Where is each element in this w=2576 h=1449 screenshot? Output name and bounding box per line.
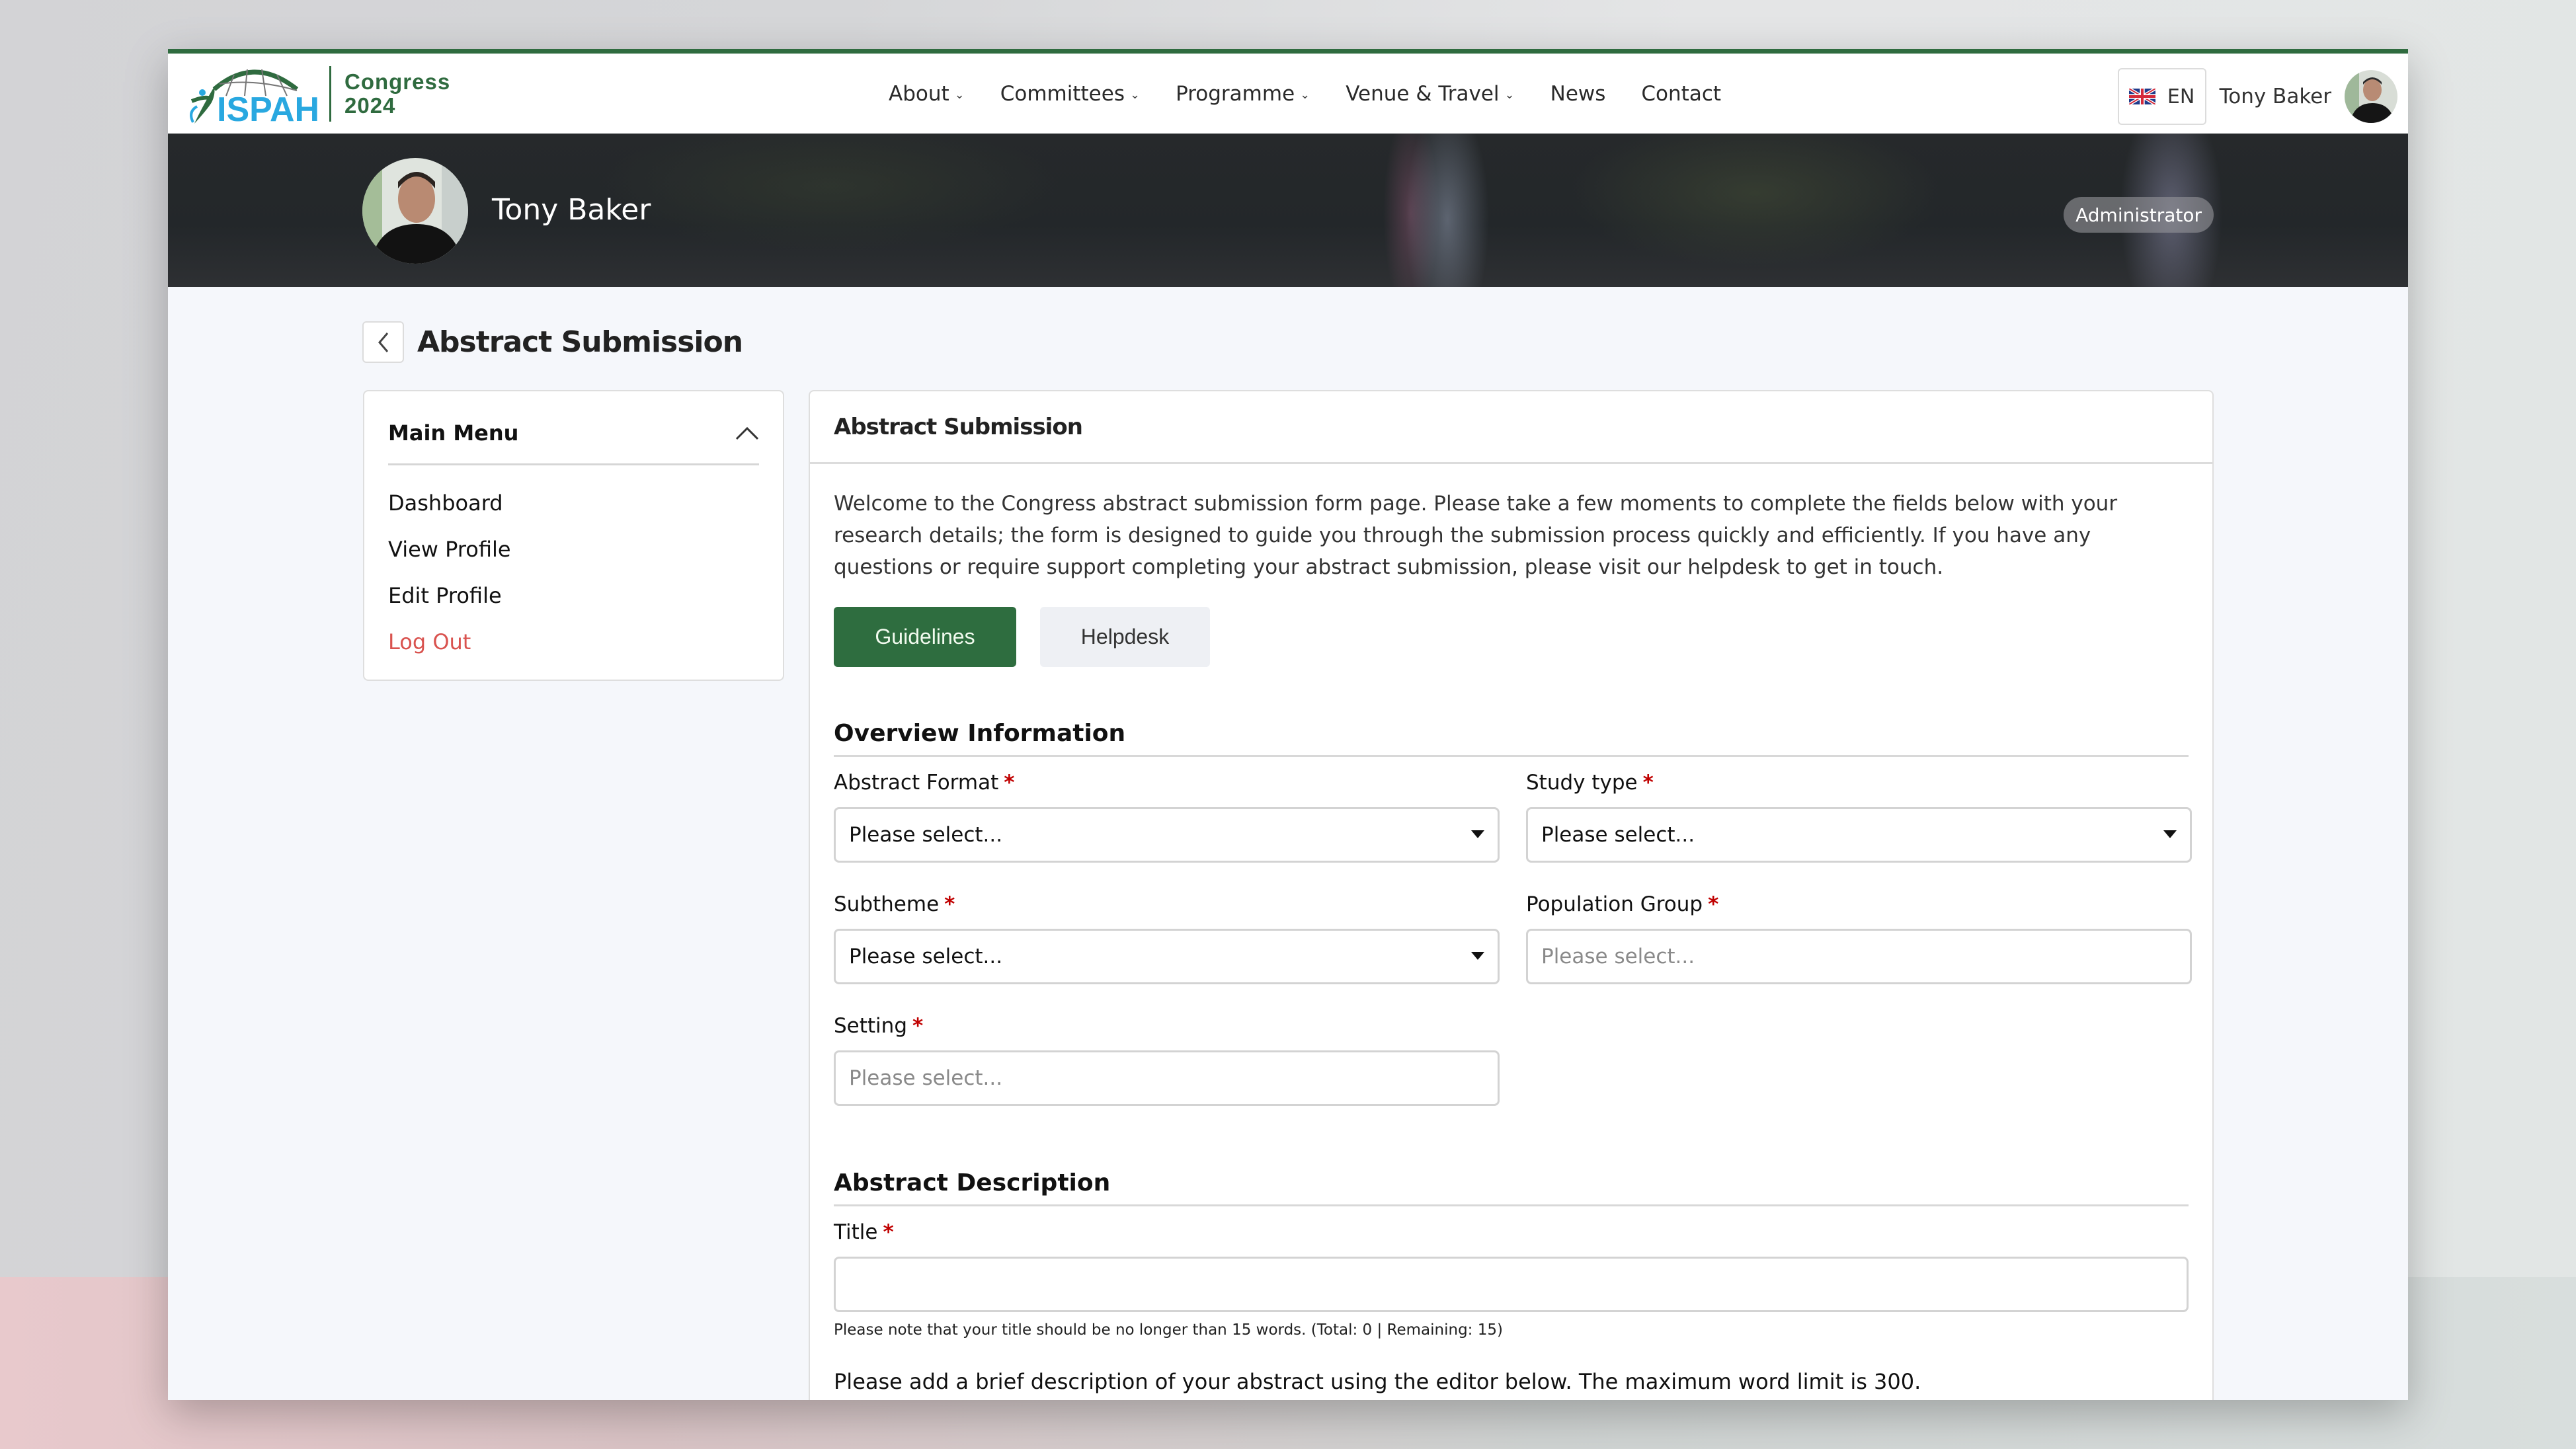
nav-news-label: News xyxy=(1550,81,1606,106)
population-group-field: Population Group * Please select... xyxy=(1526,889,2192,984)
setting-field: Setting * Please select... xyxy=(834,1011,1500,1106)
sidebar-item-dashboard[interactable]: Dashboard xyxy=(388,480,759,526)
abstract-format-select[interactable]: Please select... xyxy=(834,807,1500,863)
abstract-format-field: Abstract Format * Please select... xyxy=(834,767,1500,863)
logo-divider xyxy=(329,66,331,122)
profile-photo-icon xyxy=(362,158,468,264)
main-menu-title: Main Menu xyxy=(388,420,519,446)
population-group-label: Population Group * xyxy=(1526,892,1719,916)
abstract-submission-card: Abstract Submission Welcome to the Congr… xyxy=(809,390,2214,1400)
title-word-count-help: Please note that your title should be no… xyxy=(834,1321,1503,1339)
required-asterisk: * xyxy=(912,1014,924,1038)
congress-label: Congress 2024 xyxy=(344,70,450,118)
study-type-label: Study type * xyxy=(1526,771,1654,795)
helpdesk-button[interactable]: Helpdesk xyxy=(1040,607,1210,667)
chevron-down-icon: ⌄ xyxy=(1504,88,1515,102)
caret-down-icon xyxy=(1471,952,1484,960)
abstract-format-value: Please select... xyxy=(849,823,1003,847)
intro-text: Welcome to the Congress abstract submiss… xyxy=(834,492,2118,579)
user-avatar[interactable] xyxy=(2345,70,2397,123)
chevron-down-icon: ⌄ xyxy=(954,88,965,102)
required-asterisk: * xyxy=(1708,892,1719,916)
card-title: Abstract Submission xyxy=(834,413,1083,440)
main-menu-list: Dashboard View Profile Edit Profile Log … xyxy=(388,465,759,665)
required-asterisk: * xyxy=(883,1220,894,1244)
nav-user-area: EN Tony Baker xyxy=(2117,68,2397,125)
study-type-field: Study type * Please select... xyxy=(1526,767,2192,863)
main-menu-sidebar: Main Menu Dashboard View Profile Edit Pr… xyxy=(363,390,784,681)
user-avatar-photo-icon xyxy=(2345,70,2397,123)
subtheme-value: Please select... xyxy=(849,945,1003,968)
setting-input[interactable]: Please select... xyxy=(834,1050,1500,1106)
subtheme-select[interactable]: Please select... xyxy=(834,929,1500,984)
title-input[interactable] xyxy=(834,1257,2189,1312)
chevron-up-icon[interactable] xyxy=(735,426,759,440)
page-title: Abstract Submission xyxy=(417,325,743,359)
main-nav: About ⌄ Committees ⌄ Programme ⌄ Venue & Tr… xyxy=(889,54,1757,134)
nav-programme[interactable]: Programme ⌄ xyxy=(1176,82,1310,106)
svg-text:ISPAH: ISPAH xyxy=(217,91,317,125)
nav-venue-travel-label: Venue & Travel xyxy=(1346,81,1500,106)
nav-about-label: About xyxy=(889,81,949,106)
nav-contact-label: Contact xyxy=(1641,81,1722,106)
nav-user-name[interactable]: Tony Baker xyxy=(2220,85,2331,108)
title-label: Title * xyxy=(834,1220,894,1244)
site-logo[interactable]: ISPAH Congress 2024 xyxy=(188,63,450,125)
nav-about[interactable]: About ⌄ xyxy=(889,82,965,106)
guidelines-button[interactable]: Guidelines xyxy=(834,607,1016,667)
nav-news[interactable]: News xyxy=(1550,82,1606,106)
action-buttons: Guidelines Helpdesk xyxy=(834,607,2189,667)
profile-name: Tony Baker xyxy=(492,193,651,227)
page-header: Abstract Submission xyxy=(362,321,743,363)
congress-word: Congress xyxy=(344,69,451,94)
chevron-left-icon xyxy=(378,332,388,352)
language-selector[interactable]: EN xyxy=(2117,68,2206,125)
population-group-placeholder: Please select... xyxy=(1541,945,1695,968)
overview-fields: Abstract Format * Please select... Study … xyxy=(834,767,2192,1132)
main-menu-header[interactable]: Main Menu xyxy=(388,391,759,465)
profile-avatar xyxy=(362,158,468,264)
uk-flag-icon xyxy=(2128,89,2155,104)
profile-banner: Tony Baker Administrator xyxy=(168,134,2408,287)
browser-window: ISPAH Congress 2024 About ⌄ Committees ⌄ P… xyxy=(168,49,2408,1400)
setting-label: Setting * xyxy=(834,1014,924,1038)
subtheme-field: Subtheme * Please select... xyxy=(834,889,1500,984)
required-asterisk: * xyxy=(1642,771,1654,795)
caret-down-icon xyxy=(2163,830,2177,838)
back-button[interactable] xyxy=(362,321,404,363)
nav-programme-label: Programme xyxy=(1176,81,1295,106)
card-header: Abstract Submission xyxy=(810,391,2212,464)
nav-committees[interactable]: Committees ⌄ xyxy=(1000,82,1140,106)
nav-contact[interactable]: Contact xyxy=(1641,82,1721,106)
population-group-input[interactable]: Please select... xyxy=(1526,929,2192,984)
abstract-format-label: Abstract Format * xyxy=(834,771,1015,795)
overview-section-title: Overview Information xyxy=(834,720,2189,757)
title-field: Title * Please note that your title shoul… xyxy=(834,1217,2189,1339)
study-type-value: Please select... xyxy=(1541,823,1695,847)
nav-venue-travel[interactable]: Venue & Travel ⌄ xyxy=(1346,82,1514,106)
sidebar-item-log-out[interactable]: Log Out xyxy=(388,619,759,665)
required-asterisk: * xyxy=(1004,771,1015,795)
setting-placeholder: Please select... xyxy=(849,1066,1003,1090)
role-badge: Administrator xyxy=(2064,197,2214,233)
sidebar-item-view-profile[interactable]: View Profile xyxy=(388,526,759,572)
ispah-globe-logo-icon: ISPAH xyxy=(190,69,317,125)
nav-committees-label: Committees xyxy=(1000,81,1125,106)
editor-instructions: Please add a brief description of your a… xyxy=(834,1369,1921,1394)
top-navbar: ISPAH Congress 2024 About ⌄ Committees ⌄ P… xyxy=(168,54,2408,134)
caret-down-icon xyxy=(1471,830,1484,838)
congress-year: 2024 xyxy=(344,93,396,118)
required-asterisk: * xyxy=(944,892,955,916)
language-code: EN xyxy=(2167,85,2195,108)
chevron-down-icon: ⌄ xyxy=(1129,88,1141,102)
sidebar-item-edit-profile[interactable]: Edit Profile xyxy=(388,572,759,619)
abstract-description-section-title: Abstract Description xyxy=(834,1169,2189,1206)
chevron-down-icon: ⌄ xyxy=(1300,88,1310,102)
subtheme-label: Subtheme * xyxy=(834,892,955,916)
top-accent-stripe xyxy=(168,49,2408,54)
study-type-select[interactable]: Please select... xyxy=(1526,807,2192,863)
card-body: Welcome to the Congress abstract submiss… xyxy=(810,464,2212,1394)
